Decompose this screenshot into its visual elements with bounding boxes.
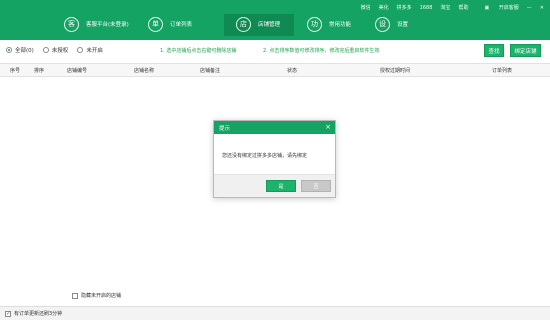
- bind-shop-button[interactable]: 绑定店铺: [510, 44, 541, 57]
- nav-item-order-list[interactable]: 单 订单列表: [148, 16, 192, 32]
- nav-item-shop-management[interactable]: 店 店铺管理: [236, 16, 280, 32]
- top-header: 客 客服平台(未登录) 单 订单列表 店 店铺管理 功 常用功能 设 设置 微信…: [0, 0, 550, 40]
- dialog-message: 您还没有绑定过拼多多店铺，请先绑定: [222, 152, 308, 159]
- shop-table-header: 序号 排序 店铺编号 店铺名称 店铺备注 状态 授权过期时间 订单列表: [0, 63, 550, 77]
- shop-filter: 全部(0) 未授权 未开启: [6, 46, 112, 54]
- dialog-title-bar: 提示 ×: [214, 121, 335, 134]
- shop-icon: 店: [236, 16, 251, 32]
- hide-closed-checkbox[interactable]: [72, 292, 78, 299]
- refresh-label: 有订单更新还刷3分钟: [14, 311, 63, 317]
- nav-item-common-functions[interactable]: 功 常用功能: [307, 16, 351, 32]
- hint-sort-order: 2. 点击排序数值可修改排序，修改完后重启软件生效: [263, 48, 380, 54]
- link-wechat[interactable]: 微信: [361, 4, 371, 11]
- radio-button[interactable]: [42, 47, 49, 53]
- filter-label: 全部(0): [15, 48, 34, 54]
- settings-icon: 设: [375, 16, 390, 32]
- order-icon: 单: [148, 16, 163, 32]
- col-index[interactable]: 序号: [10, 67, 20, 74]
- col-shop-note[interactable]: 店铺备注: [200, 67, 220, 74]
- refresh-checkbox[interactable]: [5, 310, 11, 317]
- nav-item-label: 店铺管理: [258, 22, 281, 28]
- nav-item-customer-service[interactable]: 客 客服平台(未登录): [64, 16, 129, 32]
- link-beautify[interactable]: 美化: [379, 4, 389, 11]
- close-icon[interactable]: ×: [325, 123, 331, 131]
- open-service-label: 开启客服: [498, 5, 519, 11]
- col-shop-id[interactable]: 店铺编号: [67, 67, 87, 74]
- link-1688[interactable]: 1688: [420, 5, 433, 11]
- dialog-body: 您还没有绑定过拼多多店铺，请先绑定: [214, 134, 335, 176]
- filter-all[interactable]: 全部(0): [6, 46, 34, 54]
- link-help[interactable]: 帮助: [458, 4, 468, 11]
- dialog-footer: 是 否: [214, 174, 335, 197]
- function-icon: 功: [307, 16, 322, 32]
- prompt-dialog: 提示 × 您还没有绑定过拼多多店铺，请先绑定 是 否: [213, 120, 336, 198]
- col-auth-expiry[interactable]: 授权过期时间: [380, 67, 410, 74]
- hide-closed-shops-option[interactable]: 隐藏未开启的店铺: [72, 292, 121, 299]
- dialog-title: 提示: [219, 125, 231, 132]
- nav-item-settings[interactable]: 设 设置: [375, 16, 408, 32]
- col-order-list[interactable]: 订单列表: [492, 67, 512, 74]
- filter-unauthorized[interactable]: 未授权: [42, 46, 69, 54]
- nav-item-label: 客服平台(未登录): [86, 22, 129, 28]
- filter-not-open[interactable]: 未开启: [77, 46, 103, 54]
- radio-button[interactable]: [77, 47, 84, 53]
- radio-button[interactable]: [6, 47, 12, 53]
- status-bar: 有订单更新还刷3分钟: [0, 306, 550, 320]
- nav-item-label: 订单列表: [170, 22, 193, 28]
- link-pinduoduo[interactable]: 拼多多: [397, 4, 412, 11]
- service-icon: ▣: [484, 5, 490, 11]
- col-sort[interactable]: 排序: [34, 67, 44, 74]
- customer-service-icon: 客: [64, 16, 79, 32]
- open-service-link[interactable]: ▣ 开启客服: [476, 4, 518, 11]
- hint-delete-shop: 1. 选中店铺后点击右键可删除店铺: [160, 48, 237, 54]
- col-shop-name[interactable]: 店铺名称: [134, 67, 154, 74]
- link-taobao[interactable]: 淘宝: [440, 4, 450, 11]
- nav-item-label: 常用功能: [329, 22, 352, 28]
- search-button[interactable]: 查找: [484, 44, 504, 57]
- close-button[interactable]: ✕: [540, 5, 544, 11]
- filter-label: 未开启: [86, 48, 103, 54]
- hide-closed-label: 隐藏未开启的店铺: [81, 293, 122, 299]
- no-button[interactable]: 否: [301, 180, 331, 192]
- yes-button[interactable]: 是: [266, 180, 296, 192]
- nav-item-label: 设置: [397, 22, 409, 28]
- minimize-button[interactable]: —: [527, 5, 532, 11]
- col-status[interactable]: 状态: [287, 67, 297, 74]
- filter-label: 未授权: [51, 48, 69, 54]
- top-links: 微信 美化 拼多多 1688 淘宝 帮助 ▣ 开启客服 — ✕: [353, 4, 544, 12]
